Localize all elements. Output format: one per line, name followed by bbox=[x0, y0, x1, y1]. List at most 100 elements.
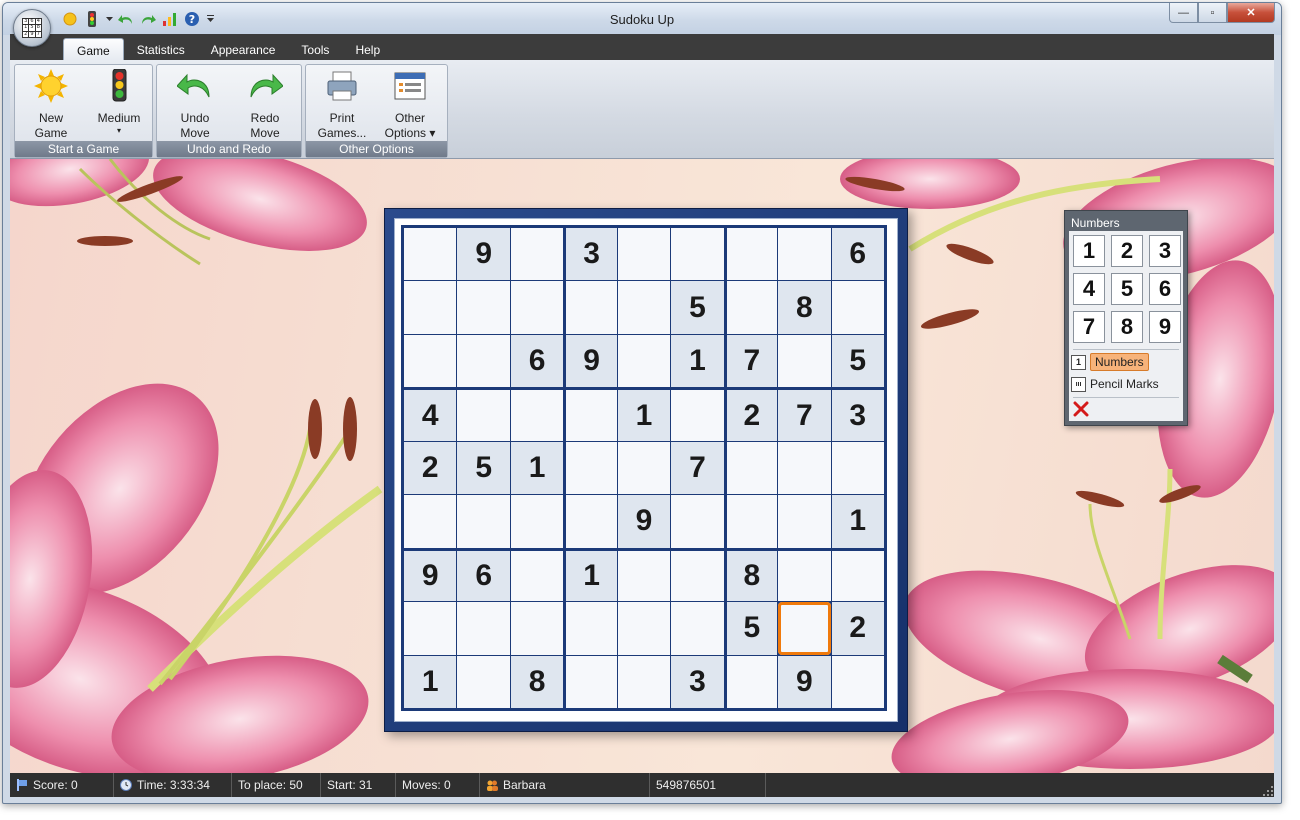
sudoku-cell[interactable] bbox=[778, 441, 831, 495]
sudoku-cell[interactable] bbox=[724, 281, 778, 334]
sudoku-cell[interactable]: 9 bbox=[404, 548, 457, 602]
sudoku-cell[interactable]: 1 bbox=[510, 441, 564, 495]
sudoku-cell[interactable]: 7 bbox=[778, 388, 831, 441]
sudoku-cell[interactable]: 9 bbox=[564, 334, 617, 388]
sudoku-cell[interactable] bbox=[510, 228, 564, 281]
sudoku-cell[interactable] bbox=[457, 495, 510, 548]
pencil-marks-mode-button[interactable]: ııı Pencil Marks bbox=[1071, 374, 1179, 394]
sudoku-cell[interactable] bbox=[564, 655, 617, 708]
sudoku-cell[interactable]: 6 bbox=[831, 228, 884, 281]
minimize-button[interactable]: — bbox=[1169, 3, 1198, 23]
maximize-button[interactable]: ▫ bbox=[1198, 3, 1227, 23]
number-key-9[interactable]: 9 bbox=[1149, 311, 1181, 343]
clear-cell-button[interactable] bbox=[1073, 401, 1091, 419]
number-key-3[interactable]: 3 bbox=[1149, 235, 1181, 267]
sudoku-cell[interactable] bbox=[617, 602, 671, 655]
sudoku-cell[interactable] bbox=[778, 228, 831, 281]
sudoku-cell[interactable] bbox=[671, 602, 724, 655]
sudoku-cell[interactable] bbox=[404, 228, 457, 281]
sudoku-cell[interactable] bbox=[724, 228, 778, 281]
sudoku-cell[interactable] bbox=[831, 548, 884, 602]
sudoku-cell[interactable] bbox=[404, 281, 457, 334]
sudoku-cell[interactable] bbox=[724, 495, 778, 548]
sudoku-cell[interactable]: 1 bbox=[564, 548, 617, 602]
tab-game[interactable]: Game bbox=[63, 38, 124, 62]
sudoku-cell[interactable] bbox=[564, 602, 617, 655]
sudoku-cell[interactable] bbox=[510, 388, 564, 441]
tab-statistics[interactable]: Statistics bbox=[124, 38, 198, 62]
sudoku-cell[interactable] bbox=[831, 441, 884, 495]
sudoku-cell[interactable]: 7 bbox=[724, 334, 778, 388]
sudoku-cell[interactable] bbox=[564, 388, 617, 441]
sudoku-cell[interactable] bbox=[564, 495, 617, 548]
sudoku-cell[interactable]: 4 bbox=[404, 388, 457, 441]
sudoku-cell[interactable] bbox=[671, 495, 724, 548]
sudoku-cell[interactable] bbox=[831, 281, 884, 334]
sudoku-cell[interactable]: 7 bbox=[671, 441, 724, 495]
sudoku-cell[interactable] bbox=[778, 548, 831, 602]
sudoku-cell[interactable]: 8 bbox=[778, 281, 831, 334]
sudoku-cell[interactable]: 5 bbox=[457, 441, 510, 495]
sudoku-cell[interactable]: 9 bbox=[617, 495, 671, 548]
number-key-1[interactable]: 1 bbox=[1073, 235, 1105, 267]
sudoku-cell[interactable] bbox=[457, 602, 510, 655]
sudoku-cell[interactable]: 2 bbox=[724, 388, 778, 441]
sudoku-cell[interactable] bbox=[510, 281, 564, 334]
sudoku-cell[interactable]: 1 bbox=[831, 495, 884, 548]
sudoku-cell[interactable] bbox=[671, 388, 724, 441]
new-game-button[interactable]: New Game bbox=[19, 69, 83, 141]
sudoku-cell[interactable]: 3 bbox=[831, 388, 884, 441]
sudoku-cell[interactable]: 9 bbox=[778, 655, 831, 708]
other-options-button[interactable]: Other Options ▾ bbox=[378, 69, 442, 141]
sudoku-cell[interactable]: 8 bbox=[510, 655, 564, 708]
sudoku-cell[interactable] bbox=[671, 228, 724, 281]
sudoku-cell[interactable]: 3 bbox=[671, 655, 724, 708]
sudoku-cell[interactable] bbox=[831, 655, 884, 708]
selected-cell[interactable] bbox=[778, 602, 831, 655]
sudoku-cell[interactable] bbox=[778, 334, 831, 388]
sudoku-cell[interactable] bbox=[457, 334, 510, 388]
number-key-4[interactable]: 4 bbox=[1073, 273, 1105, 305]
sudoku-cell[interactable] bbox=[617, 441, 671, 495]
sudoku-cell[interactable]: 2 bbox=[404, 441, 457, 495]
undo-move-button[interactable]: Undo Move bbox=[163, 69, 227, 141]
number-key-8[interactable]: 8 bbox=[1111, 311, 1143, 343]
sudoku-cell[interactable] bbox=[617, 548, 671, 602]
difficulty-button[interactable]: Medium ▾ bbox=[87, 68, 151, 136]
tab-appearance[interactable]: Appearance bbox=[198, 38, 289, 62]
sudoku-cell[interactable] bbox=[510, 548, 564, 602]
sudoku-cell[interactable] bbox=[404, 334, 457, 388]
app-menu-button[interactable]: 364158297 bbox=[13, 9, 51, 47]
resize-grip[interactable] bbox=[1260, 773, 1274, 797]
sudoku-cell[interactable] bbox=[724, 655, 778, 708]
sudoku-cell[interactable] bbox=[510, 495, 564, 548]
sudoku-cell[interactable]: 9 bbox=[457, 228, 510, 281]
sudoku-cell[interactable] bbox=[457, 388, 510, 441]
sudoku-cell[interactable]: 6 bbox=[457, 548, 510, 602]
sudoku-cell[interactable] bbox=[671, 548, 724, 602]
sudoku-cell[interactable]: 2 bbox=[831, 602, 884, 655]
number-key-5[interactable]: 5 bbox=[1111, 273, 1143, 305]
numbers-mode-button[interactable]: 1 Numbers bbox=[1071, 352, 1179, 372]
sudoku-cell[interactable] bbox=[724, 441, 778, 495]
sudoku-cell[interactable] bbox=[617, 281, 671, 334]
close-button[interactable]: ✕ bbox=[1227, 3, 1275, 23]
print-games-button[interactable]: Print Games... bbox=[310, 69, 374, 141]
sudoku-cell[interactable]: 1 bbox=[617, 388, 671, 441]
sudoku-cell[interactable]: 1 bbox=[404, 655, 457, 708]
sudoku-cell[interactable] bbox=[457, 281, 510, 334]
sudoku-cell[interactable]: 6 bbox=[510, 334, 564, 388]
sudoku-cell[interactable] bbox=[564, 441, 617, 495]
tab-tools[interactable]: Tools bbox=[288, 38, 342, 62]
sudoku-cell[interactable]: 5 bbox=[671, 281, 724, 334]
sudoku-cell[interactable] bbox=[778, 495, 831, 548]
number-key-6[interactable]: 6 bbox=[1149, 273, 1181, 305]
tab-help[interactable]: Help bbox=[342, 38, 393, 62]
redo-move-button[interactable]: Redo Move bbox=[233, 69, 297, 141]
sudoku-cell[interactable]: 1 bbox=[671, 334, 724, 388]
sudoku-cell[interactable]: 8 bbox=[724, 548, 778, 602]
sudoku-cell[interactable]: 5 bbox=[831, 334, 884, 388]
sudoku-cell[interactable] bbox=[510, 602, 564, 655]
sudoku-cell[interactable]: 5 bbox=[724, 602, 778, 655]
sudoku-cell[interactable] bbox=[457, 655, 510, 708]
